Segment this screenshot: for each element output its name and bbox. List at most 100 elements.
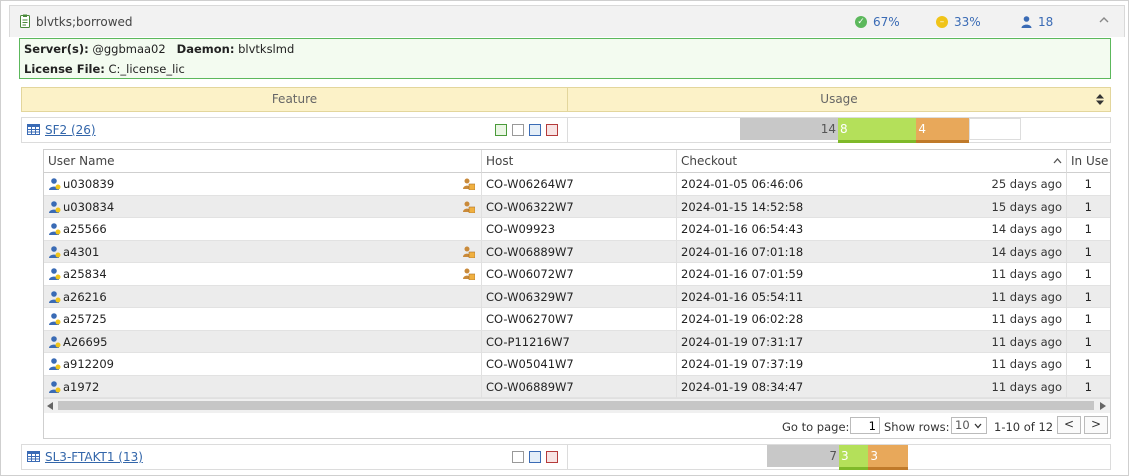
host-cell: CO-W09923 bbox=[482, 218, 677, 240]
panel-title: blvtks;borrowed bbox=[36, 15, 133, 29]
horizontal-scrollbar[interactable] bbox=[44, 398, 1110, 413]
checkout-ago: 14 days ago bbox=[991, 222, 1062, 236]
report-icon[interactable] bbox=[512, 451, 524, 463]
checkout-column-label: Checkout bbox=[681, 154, 738, 168]
feature-link-sf2[interactable]: SF2 (26) bbox=[45, 123, 96, 137]
checkout-time: 2024-01-16 05:54:11 bbox=[681, 289, 804, 304]
feature-row-sf2: SF2 (26) 14 8 4 bbox=[21, 117, 1111, 143]
host-cell: CO-W06889W7 bbox=[482, 375, 677, 398]
table-row[interactable]: a912209 CO-W05041W7 2024-01-19 07:37:19 11 … bbox=[44, 353, 1110, 376]
inuse-cell: 1 bbox=[1084, 357, 1092, 371]
feature-column-header[interactable]: Feature bbox=[22, 88, 567, 111]
table-row[interactable]: u030834 CO-W06322W7 2024-01-15 14:52:58 15 … bbox=[44, 195, 1110, 218]
username-text: a26216 bbox=[63, 289, 107, 304]
show-rows-label: Show rows: bbox=[884, 420, 950, 434]
scrollbar-thumb[interactable] bbox=[58, 401, 1094, 410]
username-cell: a4301 bbox=[44, 240, 482, 263]
table-row[interactable]: A26695 CO-P11216W7 2024-01-19 07:31:17 11 d… bbox=[44, 330, 1110, 353]
inuse-cell: 1 bbox=[1084, 312, 1092, 326]
scroll-left-icon[interactable] bbox=[47, 402, 54, 410]
daemon-label: Daemon: bbox=[176, 42, 235, 56]
checkout-time: 2024-01-16 07:01:59 bbox=[681, 267, 804, 281]
checkout-cell: 2024-01-19 06:02:28 11 days ago bbox=[677, 308, 1067, 330]
checkout-time: 2024-01-19 07:31:17 bbox=[681, 334, 804, 349]
user-icon bbox=[49, 335, 61, 348]
inuse-column-header[interactable]: In Use bbox=[1067, 150, 1110, 173]
checkout-cell: 2024-01-19 07:37:19 11 days ago bbox=[677, 353, 1067, 375]
table-row[interactable]: u030839 CO-W06264W7 2024-01-05 06:46:06 25 … bbox=[44, 173, 1110, 196]
pagination: Go to page: Show rows: 10 1-10 of 12 < > bbox=[44, 413, 1110, 439]
usage-total-segment: 7 bbox=[767, 445, 839, 467]
report-icon[interactable] bbox=[512, 124, 524, 136]
username-text: A26695 bbox=[63, 334, 108, 349]
table-row[interactable]: a26216 CO-W06329W7 2024-01-16 05:54:11 11 d… bbox=[44, 285, 1110, 308]
checkout-column-header[interactable]: Checkout bbox=[677, 150, 1067, 173]
table-row[interactable]: a25834 CO-W06072W7 2024-01-16 07:01:59 11 d… bbox=[44, 263, 1110, 286]
username-cell: u030839 bbox=[44, 173, 482, 195]
username-column-header[interactable]: User Name bbox=[44, 150, 482, 173]
checkout-time: 2024-01-16 07:01:18 bbox=[681, 244, 804, 259]
checkout-time: 2024-01-16 06:54:43 bbox=[681, 222, 804, 236]
checkout-time: 2024-01-05 06:46:06 bbox=[681, 177, 804, 191]
feature-cell: SL3-FTAKT1 (13) bbox=[22, 445, 568, 469]
table-row[interactable]: a1972 CO-W06889W7 2024-01-19 08:34:47 11 da… bbox=[44, 375, 1110, 398]
stat-available: ✓ 67% bbox=[855, 15, 900, 29]
username-cell: a25834 bbox=[44, 263, 482, 285]
prev-page-button[interactable]: < bbox=[1057, 416, 1081, 434]
user-table: User Name Host Checkout In Use u030839 CO… bbox=[43, 149, 1111, 439]
checkout-ago: 11 days ago bbox=[991, 312, 1062, 326]
export-icon[interactable] bbox=[495, 124, 507, 136]
license-panel-frame: blvtks;borrowed ✓ 67% – 33% 18 Server(s)… bbox=[0, 0, 1129, 476]
scroll-right-icon[interactable] bbox=[1099, 402, 1106, 410]
username-text: a25566 bbox=[63, 222, 107, 236]
license-panel-header[interactable]: blvtks;borrowed ✓ 67% – 33% 18 bbox=[9, 5, 1125, 37]
feature-actions bbox=[495, 124, 558, 136]
stat-borrowed-value: 33% bbox=[954, 15, 981, 29]
show-rows-select[interactable]: 10 bbox=[951, 417, 987, 434]
username-text: u030839 bbox=[63, 177, 115, 191]
license-file-line: License File: C:_license_lic bbox=[24, 62, 185, 76]
username-cell: a1972 bbox=[44, 375, 482, 398]
host-column-header[interactable]: Host bbox=[482, 150, 677, 173]
table-row[interactable]: a25725 CO-W06270W7 2024-01-19 06:02:28 11 d… bbox=[44, 308, 1110, 331]
table-row[interactable]: a4301 CO-W06889W7 2024-01-16 07:01:18 14 da… bbox=[44, 240, 1110, 263]
bar-chart-icon[interactable] bbox=[529, 451, 541, 463]
chevron-down-icon bbox=[974, 423, 982, 429]
show-rows-value: 10 bbox=[955, 418, 970, 432]
checkout-cell: 2024-01-16 07:01:59 11 days ago bbox=[677, 263, 1067, 285]
usage-borrowed-underline bbox=[916, 140, 970, 143]
inuse-cell: 1 bbox=[1084, 199, 1092, 214]
page-range: 1-10 of 12 bbox=[994, 420, 1054, 434]
stat-borrowed: – 33% bbox=[936, 15, 981, 29]
borrowed-license-icon bbox=[463, 178, 475, 190]
username-cell: a912209 bbox=[44, 353, 482, 375]
next-page-button[interactable]: > bbox=[1084, 416, 1108, 434]
checkout-ago: 11 days ago bbox=[991, 334, 1062, 349]
checkout-time: 2024-01-15 14:52:58 bbox=[681, 199, 804, 214]
table-row[interactable]: a25566 CO-W09923 2024-01-16 06:54:43 14 day… bbox=[44, 218, 1110, 241]
goto-page-input[interactable] bbox=[850, 417, 880, 434]
usage-borrowed-underline bbox=[868, 467, 908, 470]
sort-icon[interactable] bbox=[1096, 94, 1104, 105]
bar-chart-icon[interactable] bbox=[529, 124, 541, 136]
user-icon bbox=[49, 358, 61, 370]
checkout-ago: 15 days ago bbox=[991, 199, 1062, 214]
feature-row-sl3-ftakt1: SL3-FTAKT1 (13) 733 bbox=[21, 444, 1111, 470]
checkout-ago: 11 days ago bbox=[991, 357, 1062, 371]
grid-report-icon[interactable] bbox=[546, 451, 558, 463]
feature-link-sl3-ftakt1[interactable]: SL3-FTAKT1 (13) bbox=[45, 450, 143, 464]
borrowed-license-icon bbox=[463, 268, 475, 280]
grid-report-icon[interactable] bbox=[546, 124, 558, 136]
user-icon bbox=[49, 290, 61, 303]
usage-available-underline bbox=[838, 140, 917, 143]
inuse-cell: 1 bbox=[1084, 244, 1092, 259]
usage-available-segment: 3 bbox=[839, 445, 869, 467]
checkout-ago: 11 days ago bbox=[991, 289, 1062, 304]
username-cell: a25725 bbox=[44, 308, 482, 330]
user-icon bbox=[49, 245, 61, 258]
chevron-up-icon[interactable] bbox=[1098, 14, 1110, 26]
usage-column-header[interactable]: Usage bbox=[568, 88, 1110, 111]
host-cell: CO-W06329W7 bbox=[482, 285, 677, 308]
inuse-cell: 1 bbox=[1084, 267, 1092, 281]
daemon-value: blvtkslmd bbox=[238, 42, 295, 56]
